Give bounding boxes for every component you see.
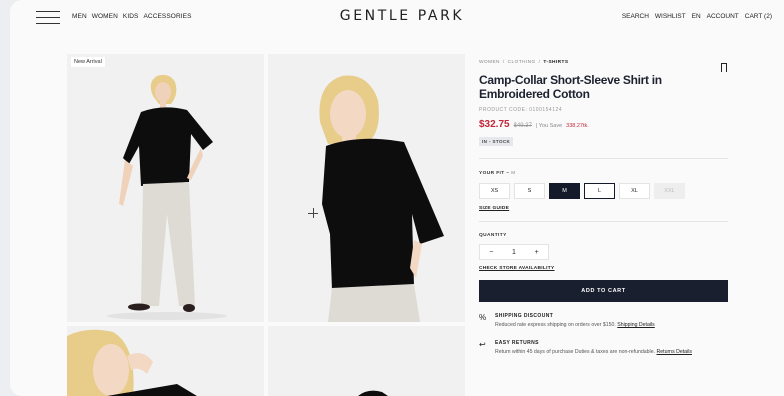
quantity-label: QUANTITY — [479, 233, 507, 238]
product-title: Camp-Collar Short-Sleeve Shirt in Embroi… — [479, 73, 662, 101]
utility-nav: SEARCH WISHLIST EN ACCOUNT CART (2) — [622, 13, 772, 20]
price-row: $32.75 $49.37 | You Save 338.27tk. — [479, 119, 728, 130]
divider — [479, 221, 728, 222]
size-guide-link[interactable]: SIZE GUIDE — [479, 206, 728, 211]
breadcrumb: WOMEN / CLOTHING / T-SHIRTS — [479, 60, 728, 65]
returns-details-link[interactable]: Returns Details — [657, 349, 692, 355]
account-link[interactable]: ACCOUNT — [707, 13, 739, 20]
language-link[interactable]: EN — [692, 13, 701, 20]
size-xs[interactable]: XS — [479, 183, 510, 199]
model-closeup-illustration — [67, 329, 197, 396]
page-frame: MEN WOMEN KIDS ACCESSORIES GENTLE PARK S… — [10, 0, 784, 396]
shirt-detail-illustration — [358, 390, 388, 396]
shipping-description: Reduced rate express shipping on orders … — [495, 322, 616, 328]
product-image-4[interactable] — [268, 326, 465, 396]
zoom-crosshair-icon — [308, 208, 318, 218]
returns-text: Return within 45 days of purchase Duties… — [495, 349, 692, 355]
save-amount: 338.27tk. — [566, 123, 589, 129]
breadcrumb-women[interactable]: WOMEN — [479, 60, 500, 65]
add-to-cart-button[interactable]: ADD TO CART — [479, 280, 728, 302]
bookmark-icon[interactable] — [721, 63, 727, 75]
breadcrumb-tshirts[interactable]: T-SHIRTS — [543, 60, 568, 65]
product-image-1[interactable]: New Arrival — [67, 54, 264, 322]
size-selector: XS S M L XL XXL — [479, 183, 728, 199]
new-arrival-badge: New Arrival — [71, 57, 105, 67]
shipping-details-link[interactable]: Shipping Details — [617, 322, 655, 328]
save-label: | You Save — [535, 123, 563, 129]
original-price: $49.37 — [513, 123, 532, 129]
product-code: PRODUCT CODE: 0100154124 — [479, 107, 563, 113]
fit-label-text: YOUR FIT – — [479, 171, 510, 176]
wishlist-link[interactable]: WISHLIST — [655, 13, 686, 20]
shipping-text: Reduced rate express shipping on orders … — [495, 322, 655, 328]
divider — [479, 158, 728, 159]
returns-description: Return within 45 days of purchase Duties… — [495, 349, 656, 355]
brand-logo[interactable]: GENTLE PARK — [326, 8, 478, 24]
nav-accessories[interactable]: ACCESSORIES — [143, 13, 191, 20]
current-price: $32.75 — [479, 119, 510, 130]
breadcrumb-sep: / — [538, 60, 541, 65]
quantity-stepper: − 1 + — [479, 244, 549, 260]
breadcrumb-clothing[interactable]: CLOTHING — [508, 60, 536, 65]
fit-value: M — [511, 171, 516, 176]
returns-title: EASY RETURNS — [495, 340, 539, 346]
site-header: MEN WOMEN KIDS ACCESSORIES GENTLE PARK S… — [10, 0, 784, 36]
nav-women[interactable]: WOMEN — [92, 13, 118, 20]
return-arrow-icon: ↩ — [479, 340, 486, 349]
percent-icon: % — [479, 313, 487, 322]
product-image-2[interactable] — [268, 54, 465, 322]
nav-men[interactable]: MEN — [72, 13, 87, 20]
nav-kids[interactable]: KIDS — [123, 13, 139, 20]
shipping-info: % SHIPPING DISCOUNT Reduced rate express… — [479, 313, 728, 328]
fit-label: YOUR FIT – M — [479, 171, 728, 176]
stock-badge: IN - STOCK — [479, 137, 514, 146]
size-s[interactable]: S — [514, 183, 545, 199]
shipping-title: SHIPPING DISCOUNT — [495, 313, 554, 319]
menu-icon[interactable] — [36, 11, 60, 24]
product-image-3[interactable] — [67, 326, 264, 396]
size-l[interactable]: L — [584, 183, 615, 199]
returns-info: ↩ EASY RETURNS Return within 45 days of … — [479, 340, 728, 355]
qty-plus-button[interactable]: + — [525, 249, 548, 256]
product-details: WOMEN / CLOTHING / T-SHIRTS Camp-Collar … — [479, 60, 728, 355]
cart-link[interactable]: CART (2) — [745, 13, 772, 20]
size-xxl: XXL — [654, 183, 685, 199]
qty-minus-button[interactable]: − — [480, 249, 503, 256]
model-full-body-illustration — [107, 74, 227, 320]
model-upper-body-illustration — [319, 75, 444, 322]
qty-value[interactable]: 1 — [503, 249, 526, 256]
main-nav: MEN WOMEN KIDS ACCESSORIES — [72, 13, 192, 20]
breadcrumb-sep: / — [502, 60, 505, 65]
search-link[interactable]: SEARCH — [622, 13, 649, 20]
store-availability-link[interactable]: CHECK STORE AVAILABILITY — [479, 266, 728, 271]
size-xl[interactable]: XL — [619, 183, 650, 199]
size-m[interactable]: M — [549, 183, 580, 199]
